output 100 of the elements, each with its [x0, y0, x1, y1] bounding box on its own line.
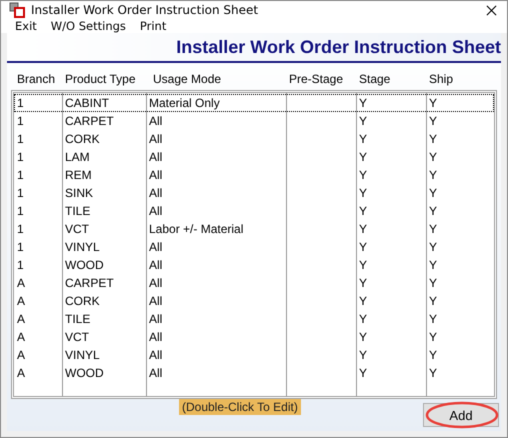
edit-hint: (Double-Click To Edit): [179, 399, 301, 415]
table-cell-text: Y: [428, 167, 438, 183]
table-cell-text: Y: [358, 113, 368, 129]
table-cell-text: Y: [428, 311, 438, 327]
table-cell-text: All: [148, 131, 164, 147]
table-cell-text: A: [16, 275, 26, 291]
table-cell-text: Y: [358, 149, 368, 165]
column-header: Product Type: [65, 72, 136, 88]
table-cell-text: Y: [428, 329, 438, 345]
table-cell-text: All: [148, 329, 164, 345]
table-row[interactable]: 1 CARPET All Y Y: [14, 112, 494, 130]
table-cell-text: A: [16, 311, 26, 327]
table-cell-text: 1: [16, 239, 25, 255]
table-cell-text: REM: [64, 167, 93, 183]
table-cell-text: TILE: [64, 311, 92, 327]
table-cell-text: All: [148, 185, 164, 201]
table-cell-text: WOOD: [64, 365, 105, 381]
table-row[interactable]: 1 CABINT Material Only Y Y: [14, 94, 494, 112]
table-cell-text: CABINT: [64, 95, 110, 111]
menu-item[interactable]: Exit: [15, 19, 37, 33]
table-cell-text: All: [148, 365, 164, 381]
table-cell-text: All: [148, 257, 164, 273]
table-cell-text: All: [148, 347, 164, 363]
menu-item[interactable]: W/O Settings: [50, 19, 126, 33]
column-header: Branch: [17, 72, 56, 88]
table-cell-text: VINYL: [64, 239, 101, 255]
table-cell-text: Y: [358, 167, 368, 183]
table-cell-text: All: [148, 293, 164, 309]
table-row[interactable]: A VINYL All Y Y: [14, 346, 494, 364]
table-cell-text: 1: [16, 221, 25, 237]
table-cell-text: Y: [358, 131, 368, 147]
table-cell-text: Y: [428, 221, 438, 237]
window-title: Installer Work Order Instruction Sheet: [31, 3, 258, 17]
table-cell-text: CORK: [64, 293, 101, 309]
table-cell-text: Y: [358, 293, 368, 309]
table-row[interactable]: 1 VINYL All Y Y: [14, 238, 494, 256]
table-cell-text: 1: [16, 185, 25, 201]
table-row[interactable]: 1 WOOD All Y Y: [14, 256, 494, 274]
table-cell-text: A: [16, 329, 26, 345]
table-cell-text: TILE: [64, 203, 92, 219]
table-cell-text: Y: [428, 347, 438, 363]
column-header: Stage: [359, 72, 392, 88]
close-icon[interactable]: [486, 4, 497, 16]
table-cell-text: 1: [16, 95, 25, 111]
table-cell-text: Y: [358, 185, 368, 201]
table-row[interactable]: A VCT All Y Y: [14, 328, 494, 346]
table-cell-text: Y: [428, 239, 438, 255]
table-cell-text: 1: [16, 203, 25, 219]
table-cell-text: Labor +/- Material: [148, 221, 244, 237]
table-cell-text: Y: [428, 95, 438, 111]
table-cell-text: Y: [358, 365, 368, 381]
table-row[interactable]: A CARPET All Y Y: [14, 274, 494, 292]
table-cell-text: VCT: [64, 221, 90, 237]
table-row[interactable]: 1 SINK All Y Y: [14, 184, 494, 202]
table-cell-text: Y: [428, 293, 438, 309]
table-cell-text: Y: [358, 239, 368, 255]
table-cell-text: VINYL: [64, 347, 101, 363]
table-list[interactable]: [11, 90, 497, 399]
table-cell-text: Material Only: [148, 95, 221, 111]
table-cell-text: VCT: [64, 329, 90, 345]
table-row[interactable]: 1 REM All Y Y: [14, 166, 494, 184]
table-cell-text: All: [148, 275, 164, 291]
table-row[interactable]: 1 CORK All Y Y: [14, 130, 494, 148]
table-cell-text: Y: [428, 275, 438, 291]
table-cell-text: All: [148, 203, 164, 219]
table-cell-text: Y: [358, 257, 368, 273]
table-cell-text: 1: [16, 257, 25, 273]
table-cell-text: Y: [358, 347, 368, 363]
table-cell-text: 1: [16, 167, 25, 183]
table-cell-text: Y: [358, 329, 368, 345]
table-row[interactable]: A TILE All Y Y: [14, 310, 494, 328]
table-cell-text: All: [148, 239, 164, 255]
table-cell-text: A: [16, 347, 26, 363]
table-cell-text: CORK: [64, 131, 101, 147]
table-row[interactable]: 1 LAM All Y Y: [14, 148, 494, 166]
table-cell-text: Y: [358, 203, 368, 219]
table-cell-text: All: [148, 113, 164, 129]
table-row[interactable]: A CORK All Y Y: [14, 292, 494, 310]
table-cell-text: A: [16, 293, 26, 309]
column-header: Usage Mode: [152, 72, 222, 88]
table-cell-text: Y: [428, 257, 438, 273]
table-cell-text: SINK: [64, 185, 94, 201]
table-cell-text: 1: [16, 149, 25, 165]
table-cell-text: All: [148, 149, 164, 165]
table-row[interactable]: 1 VCT Labor +/- Material Y Y: [14, 220, 494, 238]
table-row[interactable]: A WOOD All Y Y: [14, 364, 494, 382]
table-cell-text: Y: [358, 275, 368, 291]
sheet-heading: Installer Work Order Instruction Sheet: [176, 36, 501, 58]
table-cell-text: Y: [428, 113, 438, 129]
menu-item[interactable]: Print: [140, 19, 166, 33]
table-cell-text: All: [148, 311, 164, 327]
table-cell-text: LAM: [64, 149, 91, 165]
table-cell-text: A: [16, 365, 26, 381]
table-cell-text: Y: [358, 95, 368, 111]
table-cell-text: Y: [358, 221, 368, 237]
table-row[interactable]: 1 TILE All Y Y: [14, 202, 494, 220]
table-cell-text: Y: [428, 203, 438, 219]
table-cell-text: CARPET: [64, 113, 115, 129]
table-cell-text: Y: [428, 149, 438, 165]
column-header: Pre-Stage: [289, 72, 344, 88]
